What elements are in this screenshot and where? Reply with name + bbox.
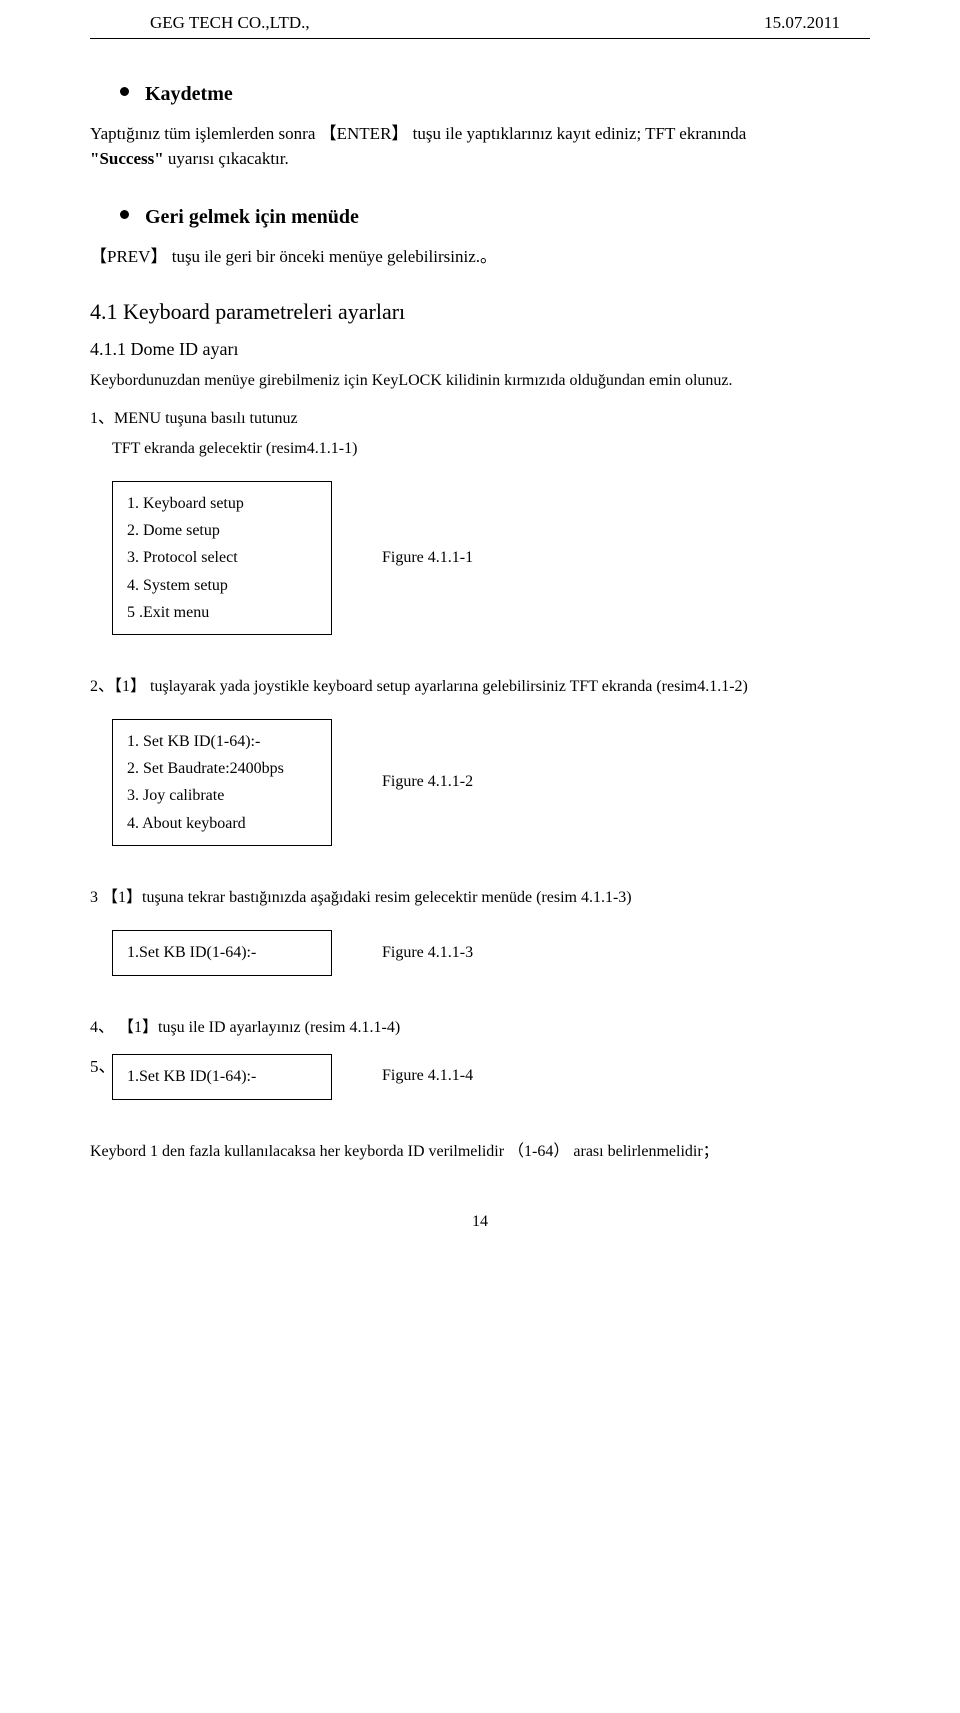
text: uyarısı çıkacaktır. — [168, 149, 289, 168]
section-geri: Geri gelmek için menüde — [120, 202, 870, 232]
footnote: Keybord 1 den fazla kullanılacaksa her k… — [90, 1140, 870, 1164]
step-3: 3 【1】tuşuna tekrar bastığınızda aşağıdak… — [90, 886, 870, 910]
tft-box-1: 1. Keyboard setup 2. Dome setup 3. Proto… — [112, 481, 332, 635]
step-4: 4、 【1】tuşu ile ID ayarlayınız (resim 4.1… — [90, 1016, 870, 1040]
step-5-label: 5、 — [90, 1054, 112, 1080]
menu-item: 2. Set Baudrate:2400bps — [127, 755, 317, 782]
text: tuşu ile geri bir önceki menüye gelebili… — [172, 247, 497, 266]
menu-item: 3. Joy calibrate — [127, 782, 317, 809]
tft-box-3: 1.Set KB ID(1-64):- — [112, 930, 332, 976]
text: Yaptığınız tüm işlemlerden sonra — [90, 124, 320, 143]
page-header: GEG TECH CO.,LTD., 15.07.2011 — [90, 0, 870, 39]
figure-2-row: 1. Set KB ID(1-64):- 2. Set Baudrate:240… — [112, 719, 870, 846]
heading-kaydetme: Kaydetme — [145, 79, 233, 109]
header-date: 15.07.2011 — [764, 10, 870, 36]
enter-key: 【ENTER】 — [320, 124, 409, 143]
company-name: GEG TECH CO.,LTD., — [90, 10, 310, 36]
figure-3-row: 1.Set KB ID(1-64):- Figure 4.1.1-3 — [112, 930, 870, 976]
figure-label-2: Figure 4.1.1-2 — [382, 770, 473, 794]
tft-box-4: 1.Set KB ID(1-64):- — [112, 1054, 332, 1100]
menu-item: 1.Set KB ID(1-64):- — [127, 1065, 317, 1089]
menu-item: 2. Dome setup — [127, 517, 317, 544]
page-number: 14 — [90, 1210, 870, 1234]
kaydetme-line2: "Success" uyarısı çıkacaktır. — [90, 146, 870, 172]
geri-line1: 【PREV】 tuşu ile geri bir önceki menüye g… — [90, 244, 870, 270]
figure-label-3: Figure 4.1.1-3 — [382, 941, 473, 965]
figure-1-row: 1. Keyboard setup 2. Dome setup 3. Proto… — [112, 481, 870, 635]
menu-item: 4. System setup — [127, 572, 317, 599]
menu-item: 3. Protocol select — [127, 544, 317, 571]
success-label: "Success" — [90, 149, 164, 168]
step-1: 1、MENU tuşuna basılı tutunuz — [90, 407, 870, 431]
bullet-icon — [120, 87, 129, 96]
step-1-sub: TFT ekranda gelecektir (resim4.1.1-1) — [112, 437, 870, 461]
bullet-icon — [120, 210, 129, 219]
section-kaydetme: Kaydetme — [120, 79, 870, 109]
figure-label-1: Figure 4.1.1-1 — [382, 546, 473, 570]
menu-item: 1. Keyboard setup — [127, 490, 317, 517]
menu-item: 1.Set KB ID(1-64):- — [127, 941, 317, 965]
step-5-row: 5、 1.Set KB ID(1-64):- Figure 4.1.1-4 — [90, 1054, 870, 1100]
body-4-1-1: Keybordunuzdan menüye girebilmeniz için … — [90, 369, 870, 393]
text: tuşu ile yaptıklarınız kayıt ediniz; TFT… — [413, 124, 747, 143]
prev-key: 【PREV】 — [90, 247, 167, 266]
kaydetme-line1: Yaptığınız tüm işlemlerden sonra 【ENTER】… — [90, 121, 870, 147]
heading-4-1: 4.1 Keyboard parametreleri ayarları — [90, 295, 870, 328]
heading-4-1-1: 4.1.1 Dome ID ayarı — [90, 336, 870, 363]
heading-geri: Geri gelmek için menüde — [145, 202, 359, 232]
menu-item: 4. About keyboard — [127, 810, 317, 837]
menu-item: 1. Set KB ID(1-64):- — [127, 728, 317, 755]
tft-box-2: 1. Set KB ID(1-64):- 2. Set Baudrate:240… — [112, 719, 332, 846]
step-2: 2、【1】 tuşlayarak yada joystikle keyboard… — [90, 675, 870, 699]
menu-item: 5 .Exit menu — [127, 599, 317, 626]
figure-label-4: Figure 4.1.1-4 — [382, 1064, 473, 1088]
